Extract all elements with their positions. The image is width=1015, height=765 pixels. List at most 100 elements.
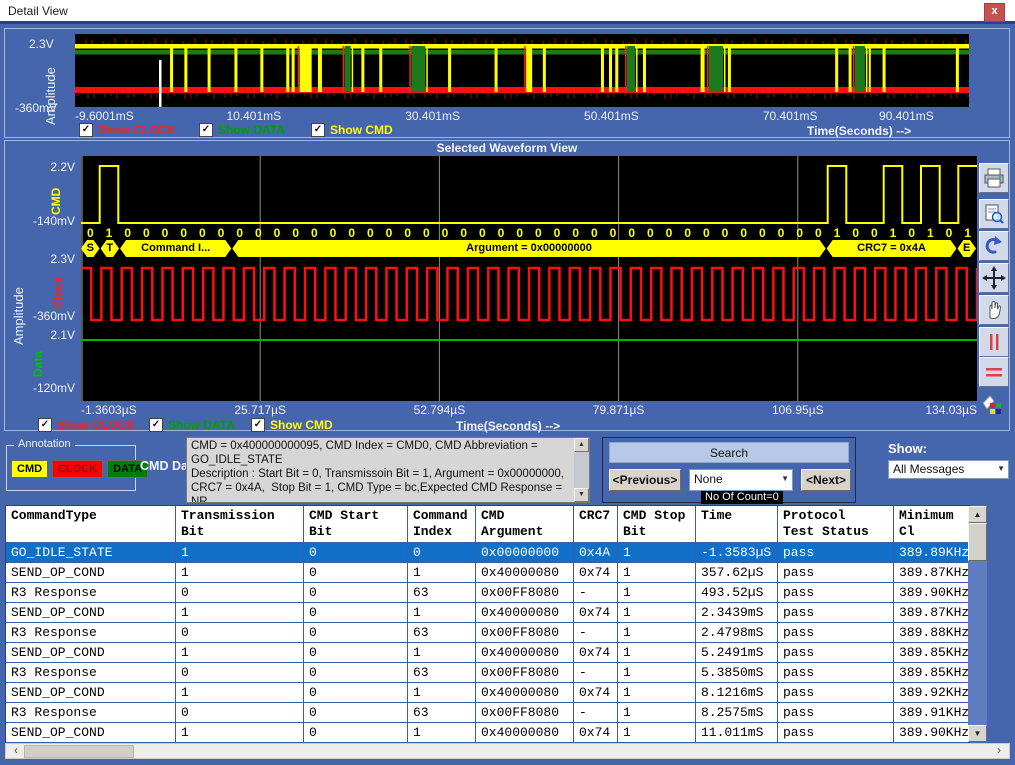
undo-button[interactable] — [979, 231, 1009, 261]
next-button[interactable]: <Next> — [801, 469, 851, 491]
scroll-left-icon[interactable]: ‹ — [8, 744, 24, 759]
table-cell: 0x40000080 — [476, 603, 574, 623]
colors-button[interactable] — [979, 393, 1009, 423]
bit-value-label: 1 — [106, 226, 113, 240]
table-cell: 63 — [408, 623, 476, 643]
column-header[interactable]: CommandType — [6, 506, 176, 543]
vertical-cursors-icon — [982, 330, 1006, 354]
checkbox-icon[interactable]: ✓ — [38, 418, 52, 432]
bit-value-label: 1 — [927, 226, 934, 240]
table-cell: pass — [778, 663, 894, 683]
show-cmd-checkbox[interactable]: ✓ Show CMD — [311, 123, 393, 137]
scrollbar-thumb[interactable] — [968, 523, 987, 561]
bit-value-label: 0 — [386, 226, 393, 240]
table-cell: 1 — [176, 543, 304, 563]
column-header[interactable]: Protocol Test Status — [778, 506, 894, 543]
horizontal-cursors-button[interactable] — [979, 357, 1009, 387]
time-tick: 10.401mS — [226, 109, 281, 123]
previous-button[interactable]: <Previous> — [609, 469, 681, 491]
pan-arrows-icon — [982, 266, 1006, 290]
selected-waveform-area[interactable]: 0100000000000000000000000000000000000000… — [81, 156, 977, 401]
overview-waveform-area[interactable] — [75, 34, 969, 107]
search-header: Search — [609, 442, 849, 463]
show-dropdown[interactable]: All Messages ▼ — [888, 460, 1009, 479]
scrollbar-track[interactable] — [968, 561, 987, 725]
column-header[interactable]: Time — [696, 506, 778, 543]
close-button[interactable]: x — [984, 3, 1005, 22]
table-cell: 389.89KHz — [894, 543, 969, 563]
search-dropdown[interactable]: None ▼ — [689, 469, 793, 491]
table-cell: pass — [778, 703, 894, 723]
cmd-data-scrollbar[interactable]: ▲ ▼ — [574, 438, 589, 502]
pan-arrows-button[interactable] — [979, 263, 1009, 293]
checkbox-label: Show CMD — [330, 123, 393, 137]
table-row[interactable]: R3 Response00630x00FF8080-15.3850mSpass3… — [6, 663, 969, 683]
data-channel-label: Data — [31, 337, 45, 377]
colors-icon — [979, 393, 1003, 417]
cmd-data-textbox[interactable]: CMD = 0x400000000095, CMD Index = CMD0, … — [186, 437, 590, 503]
checkbox-icon[interactable]: ✓ — [199, 123, 213, 137]
show-clock-checkbox[interactable]: ✓Show CLOCK — [38, 418, 135, 432]
scroll-right-icon[interactable]: › — [991, 744, 1007, 759]
show-cmd-checkbox[interactable]: ✓Show CMD — [251, 418, 333, 432]
table-row[interactable]: SEND_OP_COND1010x400000800x7412.3439mSpa… — [6, 603, 969, 623]
print-preview-button[interactable] — [979, 199, 1009, 229]
show-clock-checkbox[interactable]: ✓Show CLOCK — [79, 123, 176, 137]
table-row[interactable]: R3 Response00630x00FF8080-18.2575mSpass3… — [6, 703, 969, 723]
table-cell: 1 — [408, 643, 476, 663]
bit-value-label: 0 — [871, 226, 878, 240]
cmd-vmin-label: -140mV — [13, 214, 75, 228]
table-row[interactable]: SEND_OP_COND1010x400000800x74111.011mSpa… — [6, 723, 969, 743]
vertical-cursors-button[interactable] — [979, 327, 1009, 357]
bit-value-label: 0 — [796, 226, 803, 240]
checkbox-icon[interactable]: ✓ — [251, 418, 265, 432]
column-header[interactable]: Minimum Cl Frequency — [894, 506, 969, 543]
scroll-up-icon[interactable]: ▲ — [968, 506, 987, 523]
table-cell: 389.85KHz — [894, 643, 969, 663]
scroll-down-icon[interactable]: ▼ — [574, 488, 589, 502]
column-header[interactable]: Command Index — [408, 506, 476, 543]
bit-value-label: 0 — [87, 226, 94, 240]
show-data-checkbox[interactable]: ✓Show DATA — [199, 123, 285, 137]
checkbox-icon[interactable]: ✓ — [311, 123, 325, 137]
table-horizontal-scrollbar[interactable]: ‹ › — [5, 743, 1010, 759]
print-preview-icon — [982, 202, 1006, 226]
table-row[interactable]: SEND_OP_COND1010x400000800x7418.1216mSpa… — [6, 683, 969, 703]
table-body: GO_IDLE_STATE1000x000000000x4A1-1.3583µS… — [6, 543, 969, 743]
cmd-annotation-band: STCommand I...Argument = 0x00000000CRC7 … — [81, 240, 977, 257]
table-cell: 0 — [304, 583, 408, 603]
table-row[interactable]: SEND_OP_COND1010x400000800x7415.2491mSpa… — [6, 643, 969, 663]
overview-waveform — [75, 34, 969, 107]
bit-value-label: 0 — [292, 226, 299, 240]
table-vertical-scrollbar[interactable]: ▲ ▼ — [968, 506, 987, 742]
detail-view-window: Detail View x Amplitude 2.3V -360mV -9.6… — [0, 0, 1015, 765]
bit-value-label: 0 — [647, 226, 654, 240]
scroll-up-icon[interactable]: ▲ — [574, 438, 589, 452]
table-cell: 1 — [618, 643, 696, 663]
show-label: Show: — [888, 441, 927, 456]
overview-vmin-label: -360mV — [15, 101, 57, 115]
selected-waveform-panel: Selected Waveform View Amplitude 2.2V CM… — [4, 140, 1010, 431]
time-tick: -9.6001mS — [75, 109, 134, 123]
column-header[interactable]: CMD Argument — [476, 506, 574, 543]
checkbox-icon[interactable]: ✓ — [149, 418, 163, 432]
table-row[interactable]: R3 Response00630x00FF8080-12.4798mSpass3… — [6, 623, 969, 643]
hand-button[interactable] — [979, 295, 1009, 325]
print-button[interactable] — [979, 163, 1009, 193]
bit-value-label: 0 — [852, 226, 859, 240]
column-header[interactable]: Transmission Bit — [176, 506, 304, 543]
scrollbar-thumb[interactable] — [24, 745, 134, 758]
checkbox-icon[interactable]: ✓ — [79, 123, 93, 137]
column-header[interactable]: CRC7 — [574, 506, 618, 543]
bit-value-label: 0 — [255, 226, 262, 240]
column-header[interactable]: CMD Stop Bit — [618, 506, 696, 543]
table-row[interactable]: GO_IDLE_STATE1000x000000000x4A1-1.3583µS… — [6, 543, 969, 563]
scroll-down-icon[interactable]: ▼ — [968, 725, 987, 742]
table-cell: SEND_OP_COND — [6, 643, 176, 663]
table-row[interactable]: SEND_OP_COND1010x400000800x741357.62µSpa… — [6, 563, 969, 583]
show-data-checkbox[interactable]: ✓Show DATA — [149, 418, 235, 432]
column-header[interactable]: CMD Start Bit — [304, 506, 408, 543]
bit-value-label: 0 — [143, 226, 150, 240]
bit-value-label: 0 — [367, 226, 374, 240]
table-row[interactable]: R3 Response00630x00FF8080-1493.52µSpass3… — [6, 583, 969, 603]
